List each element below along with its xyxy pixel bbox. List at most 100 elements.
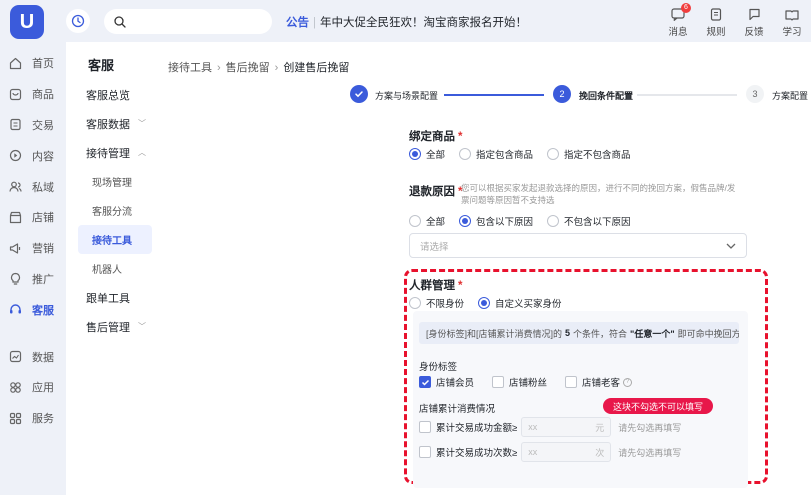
nav-label: 应用 [32,382,54,395]
nav-label: 营销 [32,243,54,256]
radio-selected[interactable] [459,215,472,227]
nav-item-marketing[interactable]: 营销 [0,233,66,264]
checkbox-checked[interactable] [419,376,431,388]
submenu-title: 客服 [88,58,115,73]
rules-button[interactable]: 规则 [697,4,735,38]
step-2-label: 挽回条件配置 [579,91,634,101]
amount-hint: 请先勾选再填写 [618,422,682,433]
submenu-sub-robot[interactable]: 机器人 [78,254,152,283]
feedback-button[interactable]: 反馈 [735,4,773,38]
submenu-item-follow-tools[interactable]: 跟单工具 [66,283,160,312]
count-input[interactable]: xx 次 [521,442,612,462]
refund-reason-select[interactable]: 请选择 [409,233,747,258]
radio[interactable] [547,148,560,160]
nav-label: 服务 [32,413,54,426]
radio-selected[interactable] [409,148,421,160]
crowd-option-any[interactable]: 不限身份 [409,296,464,310]
apps-icon [8,380,22,394]
customer-service-icon [8,303,22,317]
annotation-note: 这块不勾选不可以填写 [603,398,714,414]
identity-tag-options: 店铺会员 店铺粉丝 店铺老客? [419,375,650,389]
radio[interactable] [547,215,560,227]
step-connector [637,94,737,96]
identity-returning[interactable]: 店铺老客? [565,375,633,389]
announcement-text[interactable]: 年中大促全民狂欢！淘宝商家报名开始！ [320,17,527,29]
nav-item-customer-service[interactable]: 客服 [0,294,66,325]
amount-input[interactable]: xx 元 [521,417,612,437]
nav-item-private-domain[interactable]: 私域 [0,171,66,202]
nav-label: 店铺 [32,212,54,225]
amount-checkbox[interactable] [419,421,431,433]
crowd-options: 不限身份 自定义买家身份 [409,296,576,310]
submenu-item-reception[interactable]: 接待管理 ︿ [66,138,160,167]
checkbox[interactable] [492,376,505,388]
count-checkbox[interactable] [419,446,431,458]
submenu-item-after-sales[interactable]: 售后管理 ﹀ [66,312,160,341]
radio[interactable] [409,297,421,309]
bind-product-title: 绑定商品 * [409,131,463,143]
search-box[interactable] [104,9,272,34]
identity-member[interactable]: 店铺会员 [419,375,474,389]
nav-item-trade[interactable]: 交易 [0,110,66,141]
nav-item-store[interactable]: 店铺 [0,202,66,233]
amount-condition-label: 累计交易成功金额≥ [436,423,518,434]
store-icon [8,210,22,224]
content-icon [8,149,22,163]
history-button[interactable] [66,9,90,33]
trade-icon [8,118,22,132]
count-condition-label: 累计交易成功次数≥ [436,448,518,459]
radio[interactable] [459,148,472,160]
refund-option-exclude[interactable]: 不包含以下原因 [547,214,631,228]
chevron-down-icon: ﹀ [138,322,146,331]
radio-selected[interactable] [478,297,491,309]
app-logo[interactable]: U [10,5,44,39]
messages-label: 消息 [668,27,688,38]
announcement[interactable]: 公告 | 年中大促全民狂欢！淘宝商家报名开始！ [286,14,527,30]
refund-reason-title: 退款原因 * [409,186,463,198]
nav-item-promotion[interactable]: 推广 [0,264,66,295]
submenu-item-overview[interactable]: 客服总览 [66,80,160,109]
nav-label: 交易 [32,119,54,132]
nav-label: 商品 [32,89,54,102]
consumption-label: 店铺累计消费情况 [419,404,496,415]
marketing-icon [8,241,22,255]
nav-item-content[interactable]: 内容 [0,140,66,171]
home-icon [8,56,22,70]
step-1-done [350,85,368,103]
nav-item-home[interactable]: 首页 [0,48,66,79]
breadcrumb-item[interactable]: 接待工具 [168,62,212,74]
top-tools: 6 消息 规则 反馈 学习 [659,3,811,38]
product-option-exclude[interactable]: 指定不包含商品 [547,147,631,161]
chevron-down-icon: ﹀ [138,119,146,128]
chevron-down-icon [726,243,736,249]
learn-icon [785,9,799,21]
refund-option-include[interactable]: 包含以下原因 [459,214,533,228]
check-icon [355,91,363,98]
nav-item-data[interactable]: 数据 [0,341,66,372]
refund-option-all[interactable]: 全部 [409,214,445,228]
nav-item-service[interactable]: 服务 [0,403,66,434]
rules-book-icon [710,7,722,21]
submenu-item-data[interactable]: 客服数据 ﹀ [66,109,160,138]
checkbox[interactable] [565,376,578,388]
learn-button[interactable]: 学习 [773,4,811,38]
feedback-label: 反馈 [744,27,764,38]
submenu-sub-onsite[interactable]: 现场管理 [78,167,152,196]
messages-button[interactable]: 6 消息 [659,3,697,38]
product-option-all[interactable]: 全部 [409,147,445,161]
identity-fan[interactable]: 店铺粉丝 [492,375,547,389]
help-icon[interactable]: ? [623,377,633,387]
submenu-sub-reception-tools[interactable]: 接待工具 [78,225,152,254]
nav-label: 首页 [32,58,54,71]
nav-item-apps[interactable]: 应用 [0,372,66,403]
crowd-option-custom[interactable]: 自定义买家身份 [478,296,562,310]
nav-label: 数据 [32,351,54,364]
data-icon [8,350,22,364]
breadcrumb-item[interactable]: 售后挽留 [226,62,270,74]
product-option-include[interactable]: 指定包含商品 [459,147,533,161]
nav-item-goods[interactable]: 商品 [0,79,66,110]
submenu-sub-routing[interactable]: 客服分流 [78,196,152,225]
radio[interactable] [409,215,421,227]
search-input[interactable] [132,15,262,28]
count-condition-row: 累计交易成功次数≥ xx 次 请先勾选再填写 [419,442,681,462]
